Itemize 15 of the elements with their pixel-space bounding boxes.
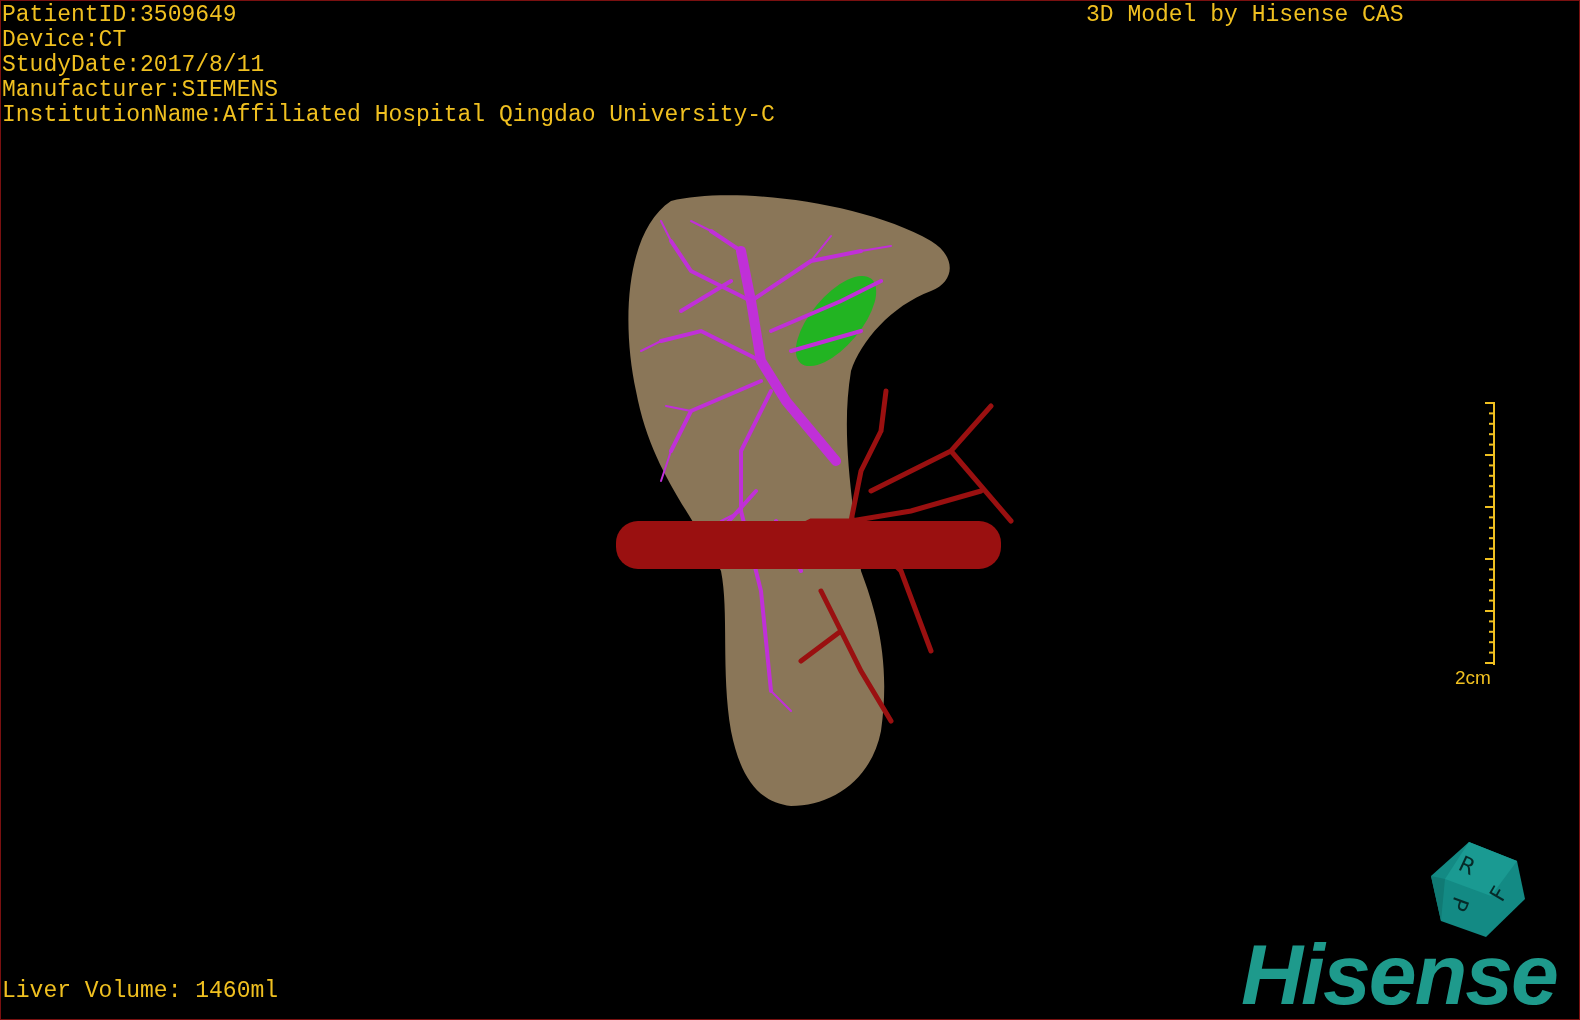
patient-info-line: StudyDate:2017/8/11 xyxy=(2,53,266,78)
3d-viewport[interactable]: PatientID:3509649 Device:CT StudyDate:2017/8/11 Manufacturer:SIEMENS InstitutionName:Affiliated Hospital Qingdao University-C 3D Model by Hisense CAS 2cm Liver Volume: 1460ml R F P Hisense xyxy=(0,0,1580,1020)
patient-info-line: PatientID:3509649 xyxy=(2,3,238,28)
liver-volume-label: Liver Volume: 1460ml xyxy=(2,979,279,1004)
logo: Hisense xyxy=(1241,931,1557,1017)
patient-info-line: Manufacturer:SIEMENS xyxy=(2,78,280,103)
cube-face-label: P xyxy=(1445,893,1474,915)
scale-ruler-icon xyxy=(1485,402,1496,667)
orientation-cube[interactable] xyxy=(1431,842,1525,937)
patient-info-line: Device:CT xyxy=(2,28,128,53)
viewer-title: 3D Model by Hisense CAS xyxy=(1086,3,1404,28)
patient-info-line: InstitutionName:Affiliated Hospital Qingdao University-C xyxy=(2,103,775,128)
cube-face-label: R xyxy=(1455,851,1480,881)
cube-face-label: F xyxy=(1484,882,1513,906)
scale-label: 2cm xyxy=(1455,667,1491,689)
